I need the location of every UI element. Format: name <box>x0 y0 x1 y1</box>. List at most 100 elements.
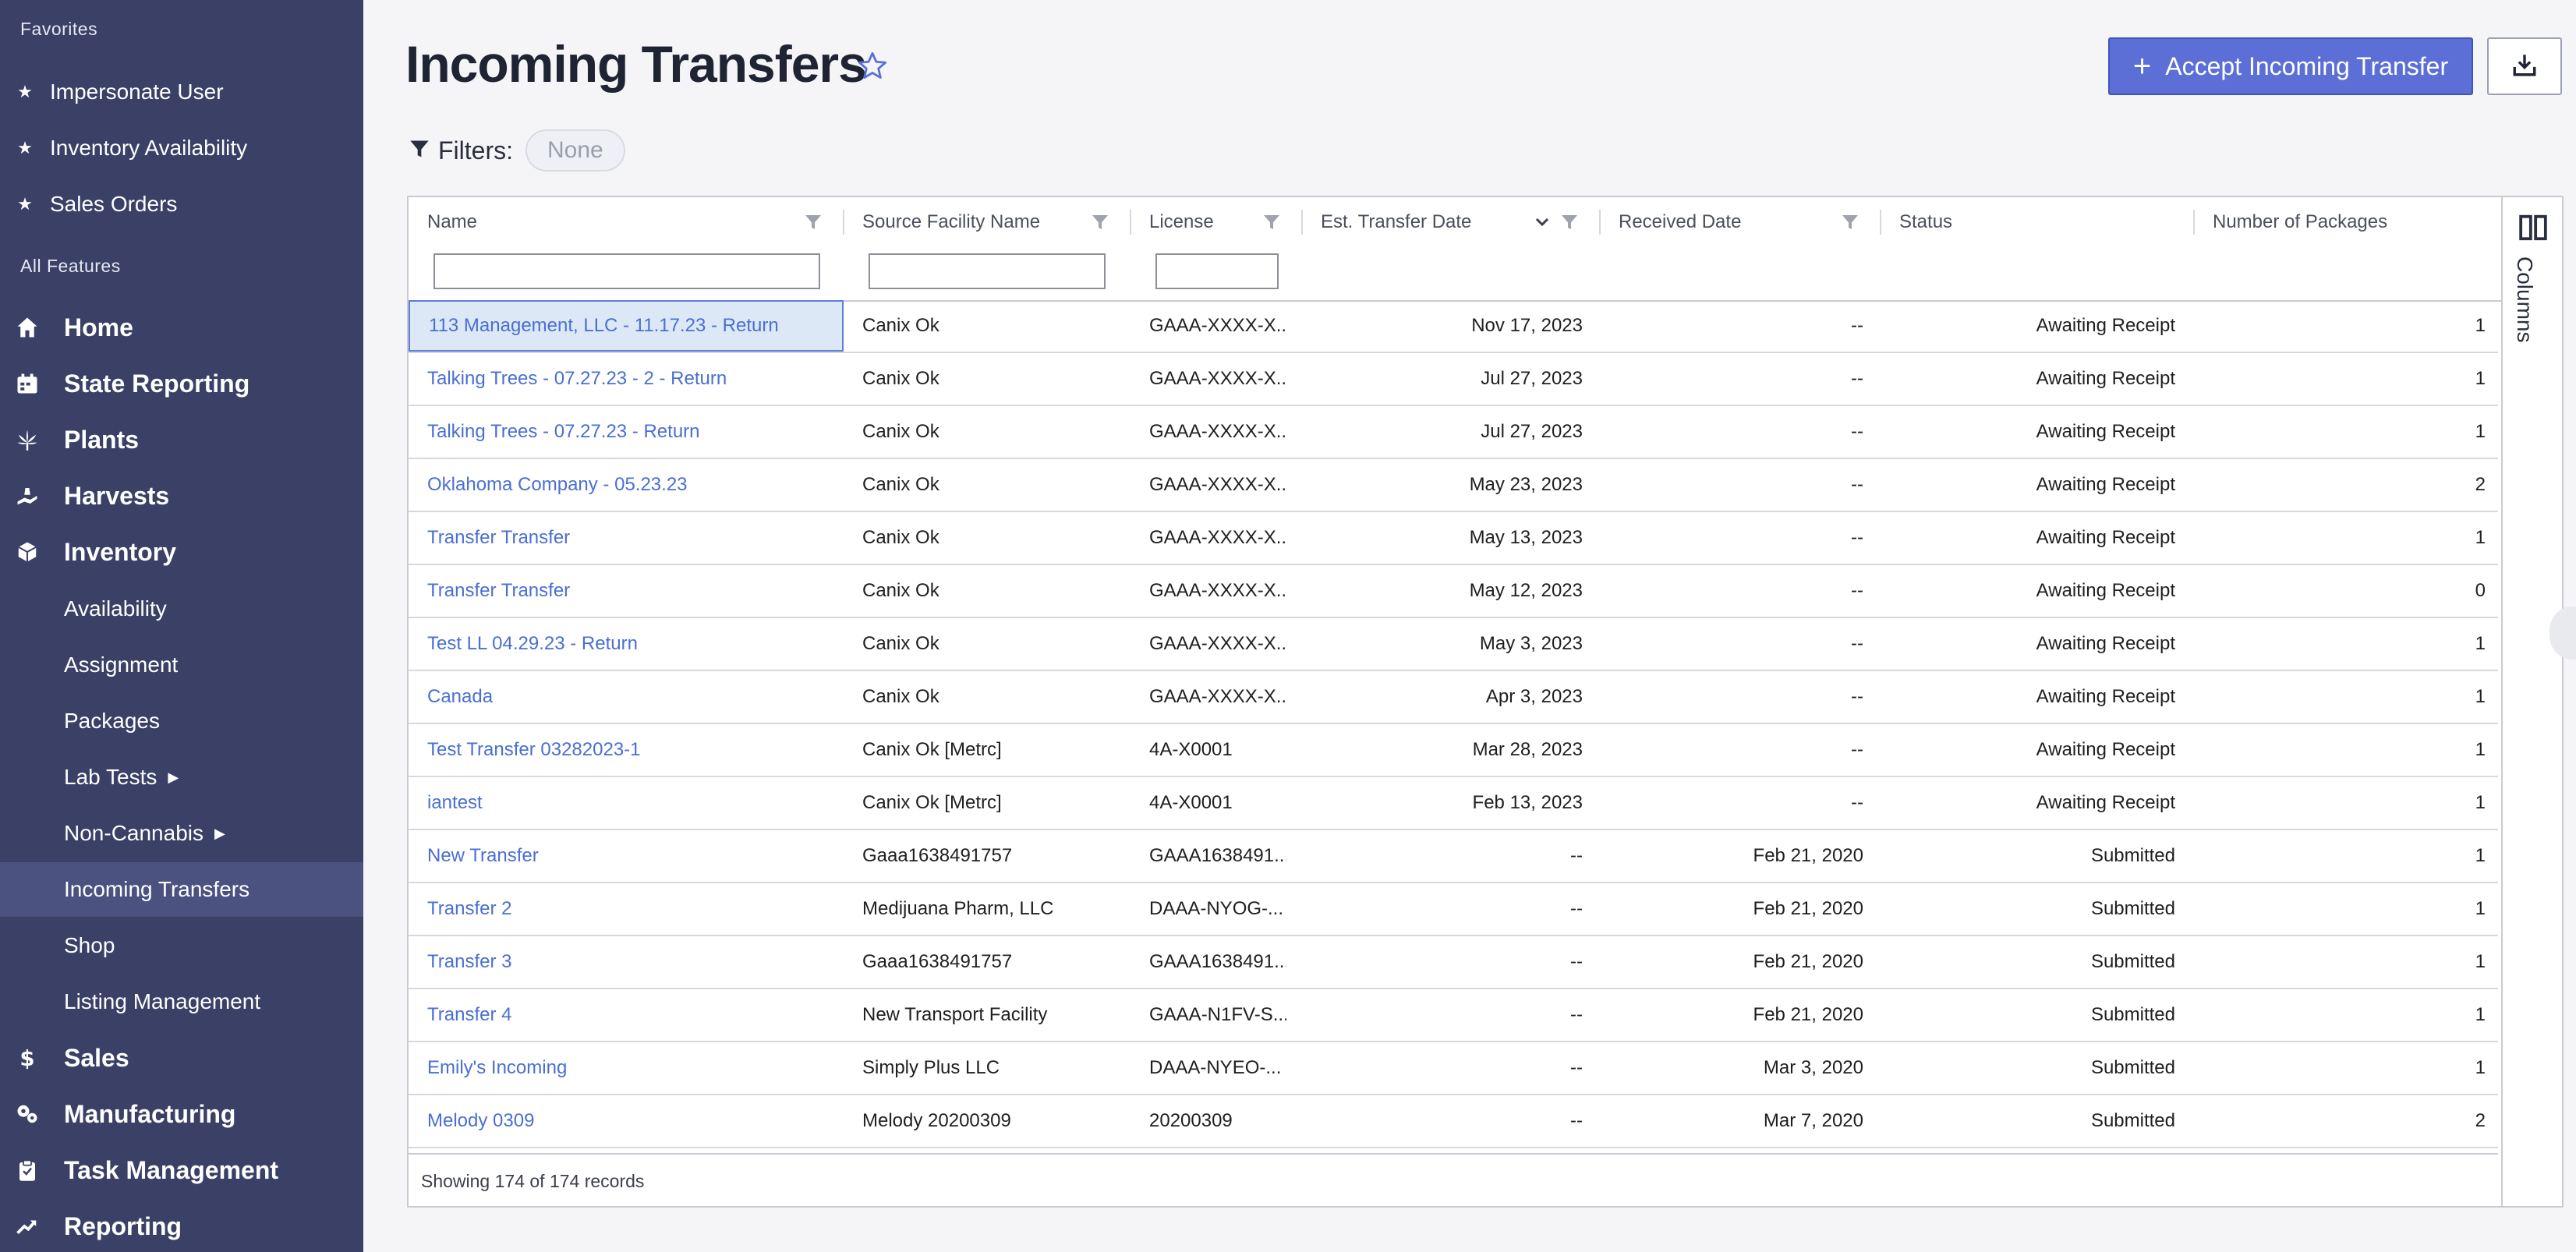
grid-main: Name Source Facility Name License Est. T… <box>409 197 2501 1206</box>
cell-name[interactable]: Melody 0309 <box>409 1095 844 1147</box>
column-header-received-date[interactable]: Received Date <box>1600 197 1881 247</box>
table-row[interactable]: Transfer 2 Medijuana Pharm, LLC DAAA-NYOG-… <box>409 883 2498 936</box>
cell-received-date: -- <box>1851 527 1863 548</box>
cell-received-date: Feb 21, 2020 <box>1753 898 1863 919</box>
column-filter-icon[interactable] <box>1261 213 1282 237</box>
cell-name[interactable]: Talking Trees - 07.27.23 - 2 - Return <box>409 353 844 405</box>
cell-license: GAAA-N1FV-S... <box>1149 1004 1286 1025</box>
name-filter-input[interactable] <box>433 253 820 289</box>
cell-est-transfer-date: May 3, 2023 <box>1479 633 1583 654</box>
cell-name[interactable]: Transfer 4 <box>409 989 844 1041</box>
sidebar-item-listing-management[interactable]: Listing Management <box>0 974 363 1029</box>
table-row[interactable]: Transfer 4 New Transport Facility GAAA-N1F… <box>409 989 2498 1042</box>
column-filter-icon[interactable] <box>1840 213 1860 237</box>
favorite-sales-orders[interactable]: ★ Sales Orders <box>0 181 363 228</box>
table-row[interactable]: Transfer Transfer Canix Ok GAAA-XXXX-X... M… <box>409 512 2498 565</box>
cell-name[interactable]: Transfer 3 <box>409 936 844 988</box>
table-row[interactable]: Emily's Incoming Simply Plus LLC DAAA-NYEO… <box>409 1042 2498 1095</box>
favorite-star-icon[interactable] <box>856 50 889 87</box>
cell-name[interactable]: Transfer Transfer <box>409 565 844 617</box>
filters-chip[interactable]: None <box>525 129 625 172</box>
sidebar-item-home[interactable]: Home <box>0 301 363 354</box>
favorite-label: Sales Orders <box>50 192 178 216</box>
favorite-impersonate-user[interactable]: ★ Impersonate User <box>0 69 363 115</box>
sidebar-item-manufacturing[interactable]: Manufacturing <box>0 1088 363 1141</box>
cell-name[interactable]: Transfer 2 <box>409 883 844 935</box>
table-row[interactable]: 113 Management, LLC - 11.17.23 - Return C… <box>409 300 2498 353</box>
sidebar-item-task-management[interactable]: Task Management <box>0 1144 363 1197</box>
star-icon: ★ <box>17 82 33 101</box>
table-row[interactable]: Transfer Transfer Canix Ok GAAA-XXXX-X... M… <box>409 565 2498 618</box>
cell-est-transfer-date: May 12, 2023 <box>1469 580 1583 601</box>
source-facility-filter-input[interactable] <box>869 253 1106 289</box>
cell-source-facility: New Transport Facility <box>862 1004 1048 1025</box>
sidebar-item-non-cannabis[interactable]: Non-Cannabis ▶ <box>0 806 363 861</box>
cell-number-of-packages: 1 <box>2475 898 2486 919</box>
table-row[interactable]: New Transfer Gaaa1638491757 GAAA1638491...… <box>409 830 2498 883</box>
table-row[interactable]: Test LL 04.29.23 - Return Canix Ok GAAA-XX… <box>409 618 2498 671</box>
calendar-icon <box>14 370 41 397</box>
column-header-name[interactable]: Name <box>409 197 844 247</box>
cell-status: Submitted <box>2090 951 2175 972</box>
cell-number-of-packages: 1 <box>2475 368 2486 389</box>
license-filter-input[interactable] <box>1155 253 1279 289</box>
table-row[interactable]: Test Transfer 03282023-1 Canix Ok [Metrc]… <box>409 724 2498 777</box>
cell-name[interactable]: 113 Management, LLC - 11.17.23 - Return <box>409 300 844 352</box>
transfers-grid: Name Source Facility Name License Est. T… <box>407 196 2564 1208</box>
cell-name[interactable]: Talking Trees - 07.27.23 - Return <box>409 406 844 458</box>
favorites-title: Favorites <box>20 19 98 39</box>
cell-license: 20200309 <box>1149 1110 1233 1131</box>
sidebar-item-harvests[interactable]: Harvests <box>0 469 363 522</box>
sidebar-item-assignment[interactable]: Assignment <box>0 638 363 692</box>
sidebar-item-label: Inventory <box>64 537 177 566</box>
column-filter-icon[interactable] <box>1090 213 1110 237</box>
column-header-number-of-packages[interactable]: Number of Packages <box>2194 197 2501 247</box>
sort-descending-icon[interactable] <box>1533 213 1552 237</box>
sidebar-item-inventory[interactable]: Inventory <box>0 525 363 578</box>
table-row[interactable]: Canada Canix Ok GAAA-XXXX-X... Apr 3, 2023 -… <box>409 671 2498 724</box>
table-row[interactable]: iantest Canix Ok [Metrc] 4A-X0001 Feb 13, 2… <box>409 777 2498 830</box>
favorite-inventory-availability[interactable]: ★ Inventory Availability <box>0 125 363 172</box>
column-filter-icon[interactable] <box>803 213 823 237</box>
cell-name[interactable]: Oklahoma Company - 05.23.23 <box>409 459 844 511</box>
cell-received-date: Feb 21, 2020 <box>1753 1004 1863 1025</box>
column-header-source-facility-name[interactable]: Source Facility Name <box>844 197 1131 247</box>
table-row[interactable]: Oklahoma Company - 05.23.23 Canix Ok GAAA-… <box>409 459 2498 512</box>
cell-number-of-packages: 0 <box>2475 580 2486 601</box>
sidebar-item-reporting[interactable]: Reporting <box>0 1200 363 1252</box>
table-row[interactable]: Transfer 3 Gaaa1638491757 GAAA1638491... --… <box>409 936 2498 989</box>
cell-name[interactable]: Emily's Incoming <box>409 1042 844 1094</box>
sidebar-item-sales[interactable]: $ Sales <box>0 1031 363 1084</box>
cell-name[interactable]: Test Transfer 03282023-1 <box>409 724 844 776</box>
cell-number-of-packages: 2 <box>2475 474 2486 495</box>
columns-panel-toggle[interactable]: Columns <box>2501 197 2562 1206</box>
sidebar-item-label: Incoming Transfers <box>64 877 250 901</box>
cell-received-date: -- <box>1851 580 1863 601</box>
sidebar-item-label: Manufacturing <box>64 1099 236 1128</box>
table-row[interactable]: Melody 0309 Melody 20200309 20200309 -- Mar … <box>409 1095 2498 1148</box>
sidebar-item-availability[interactable]: Availability <box>0 582 363 636</box>
column-filter-icon[interactable] <box>1559 213 1580 237</box>
sidebar-item-lab-tests[interactable]: Lab Tests ▶ <box>0 750 363 805</box>
cell-license: GAAA1638491... <box>1149 845 1286 866</box>
cell-license: GAAA1638491... <box>1149 951 1286 972</box>
column-header-license[interactable]: License <box>1131 197 1302 247</box>
sidebar-item-packages[interactable]: Packages <box>0 694 363 748</box>
table-row[interactable]: Talking Trees - 07.27.23 - 2 - Return Can… <box>409 353 2498 406</box>
sidebar-item-incoming-transfers[interactable]: Incoming Transfers <box>0 862 363 917</box>
column-header-status[interactable]: Status <box>1881 197 2194 247</box>
table-row[interactable]: Talking Trees - 07.27.23 - Return Canix O… <box>409 406 2498 459</box>
cell-est-transfer-date: Jul 27, 2023 <box>1481 368 1583 389</box>
cell-name[interactable]: iantest <box>409 777 844 829</box>
column-header-est-transfer-date[interactable]: Est. Transfer Date <box>1302 197 1600 247</box>
sidebar-item-plants[interactable]: Plants <box>0 413 363 466</box>
cell-name[interactable]: Canada <box>409 671 844 723</box>
cell-name[interactable]: Transfer Transfer <box>409 512 844 564</box>
cell-name[interactable]: New Transfer <box>409 830 844 882</box>
download-button[interactable] <box>2487 37 2562 95</box>
accept-incoming-transfer-button[interactable]: + Accept Incoming Transfer <box>2108 37 2473 95</box>
cell-name[interactable]: Test LL 04.29.23 - Return <box>409 618 844 670</box>
sidebar-item-label: Harvests <box>64 481 170 510</box>
sidebar-item-state-reporting[interactable]: State Reporting <box>0 357 363 410</box>
sidebar-item-shop[interactable]: Shop <box>0 918 363 973</box>
